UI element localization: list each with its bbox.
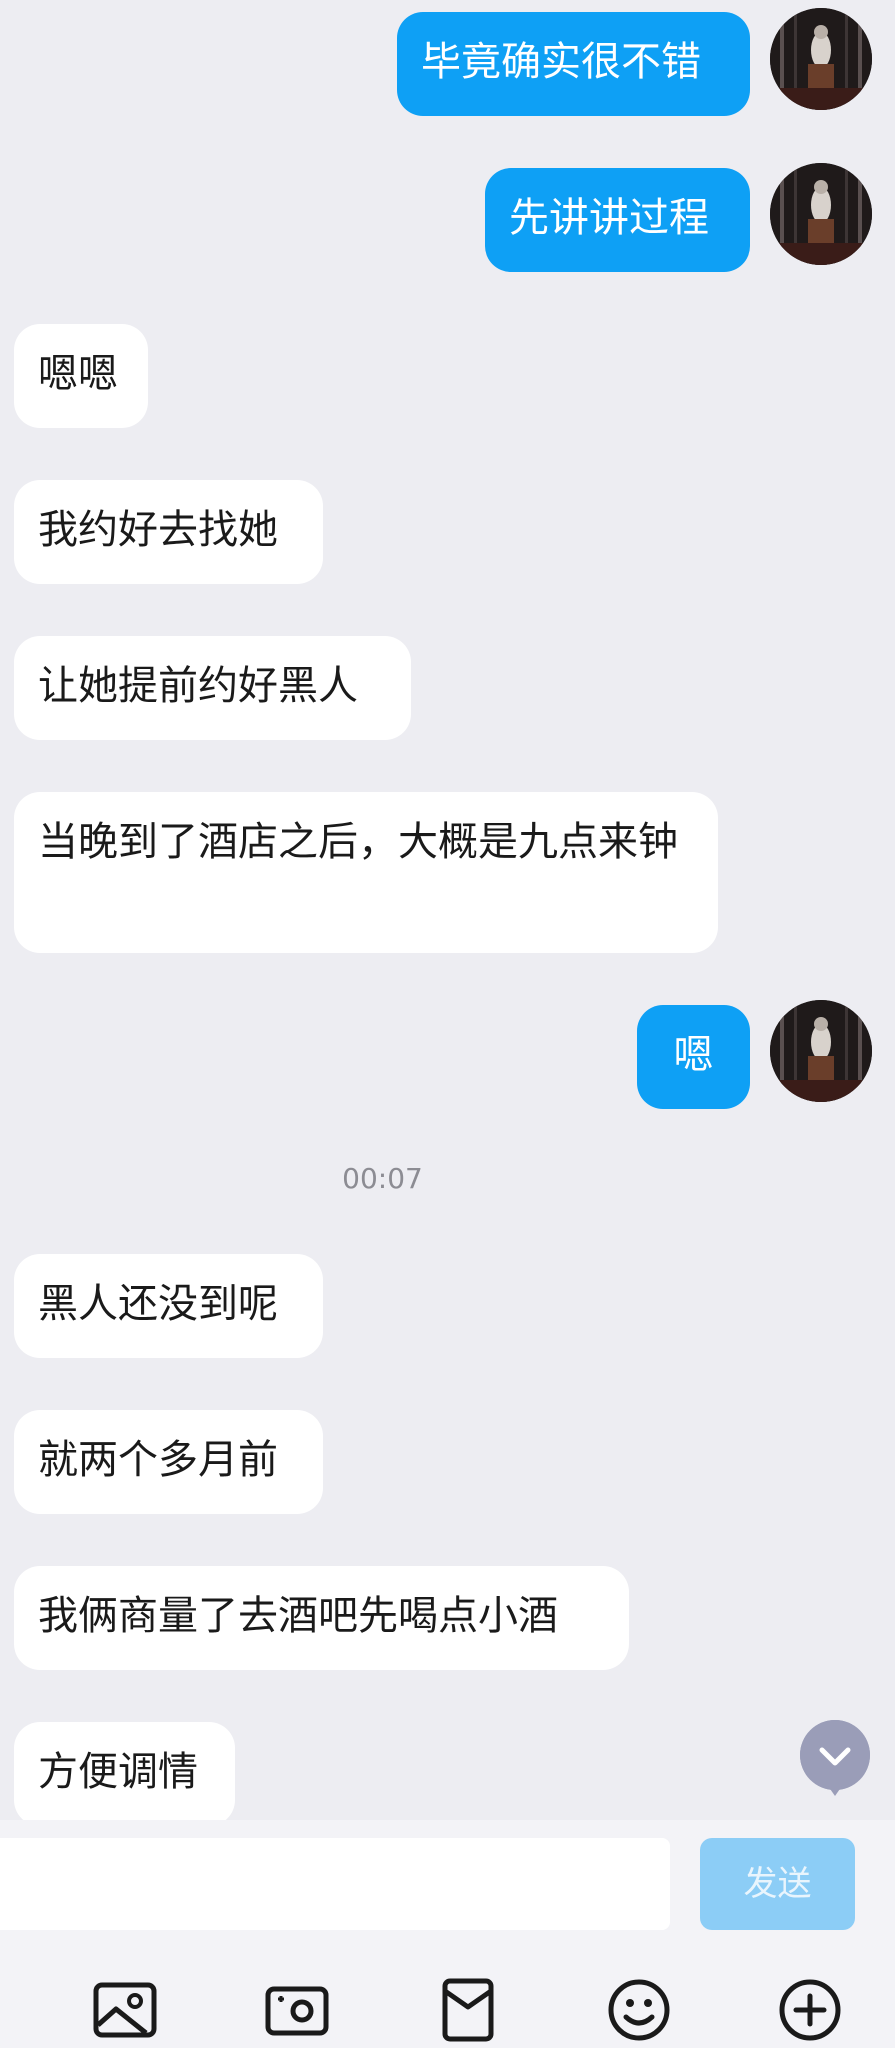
message-text: 就两个多月前: [38, 1437, 278, 1483]
plus-icon: [779, 1979, 841, 2041]
more-button[interactable]: [775, 1975, 845, 2045]
message-bubble-incoming[interactable]: 我约好去找她: [14, 480, 323, 584]
chat-message-list[interactable]: 毕竟确实很不错 先讲讲过程 嗯嗯 我约好去找她 让她提前约好黑人 当晚到了酒店之…: [0, 0, 895, 1820]
message-text: 嗯嗯: [38, 351, 118, 397]
message-bubble-incoming[interactable]: 让她提前约好黑人: [14, 636, 411, 740]
message-timestamp: 00:07: [342, 1162, 423, 1195]
emoji-button[interactable]: [604, 1975, 674, 2045]
message-text: 当晚到了酒店之后，大概是九点来钟: [38, 819, 678, 865]
message-text: 嗯: [673, 1032, 714, 1078]
avatar[interactable]: [770, 163, 872, 265]
send-button[interactable]: 发送: [700, 1838, 855, 1930]
message-text: 方便调情: [38, 1749, 198, 1795]
message-bubble-incoming[interactable]: 当晚到了酒店之后，大概是九点来钟: [14, 792, 718, 953]
red-packet-button[interactable]: [433, 1975, 503, 2045]
message-text: 让她提前约好黑人: [38, 663, 358, 709]
message-bubble-outgoing[interactable]: 嗯: [637, 1005, 750, 1109]
avatar[interactable]: [770, 1000, 872, 1102]
avatar[interactable]: [770, 8, 872, 110]
message-bubble-incoming[interactable]: 黑人还没到呢: [14, 1254, 323, 1358]
message-bubble-incoming[interactable]: 嗯嗯: [14, 324, 148, 428]
camera-icon: [265, 1986, 329, 2036]
red-packet-icon: [442, 1978, 494, 2042]
message-bubble-incoming[interactable]: 方便调情: [14, 1722, 235, 1820]
emoji-icon: [608, 1979, 670, 2041]
message-bubble-incoming[interactable]: 我俩商量了去酒吧先喝点小酒: [14, 1566, 629, 1670]
message-bubble-incoming[interactable]: 就两个多月前: [14, 1410, 323, 1514]
message-text: 我约好去找她: [38, 507, 278, 553]
composer-bar: 发送: [0, 1820, 895, 2048]
image-icon: [93, 1982, 157, 2038]
message-bubble-outgoing[interactable]: 先讲讲过程: [485, 168, 750, 272]
scroll-to-bottom-button[interactable]: [800, 1720, 870, 1796]
message-text: 我俩商量了去酒吧先喝点小酒: [38, 1593, 558, 1639]
message-text: 毕竟确实很不错: [421, 39, 701, 85]
message-text: 先讲讲过程: [509, 195, 709, 241]
camera-button[interactable]: [262, 1975, 332, 2045]
message-bubble-outgoing[interactable]: 毕竟确实很不错: [397, 12, 750, 116]
message-text: 黑人还没到呢: [38, 1281, 278, 1327]
image-button[interactable]: [90, 1975, 160, 2045]
message-input[interactable]: [0, 1838, 670, 1930]
chevron-down-icon: [800, 1720, 870, 1796]
